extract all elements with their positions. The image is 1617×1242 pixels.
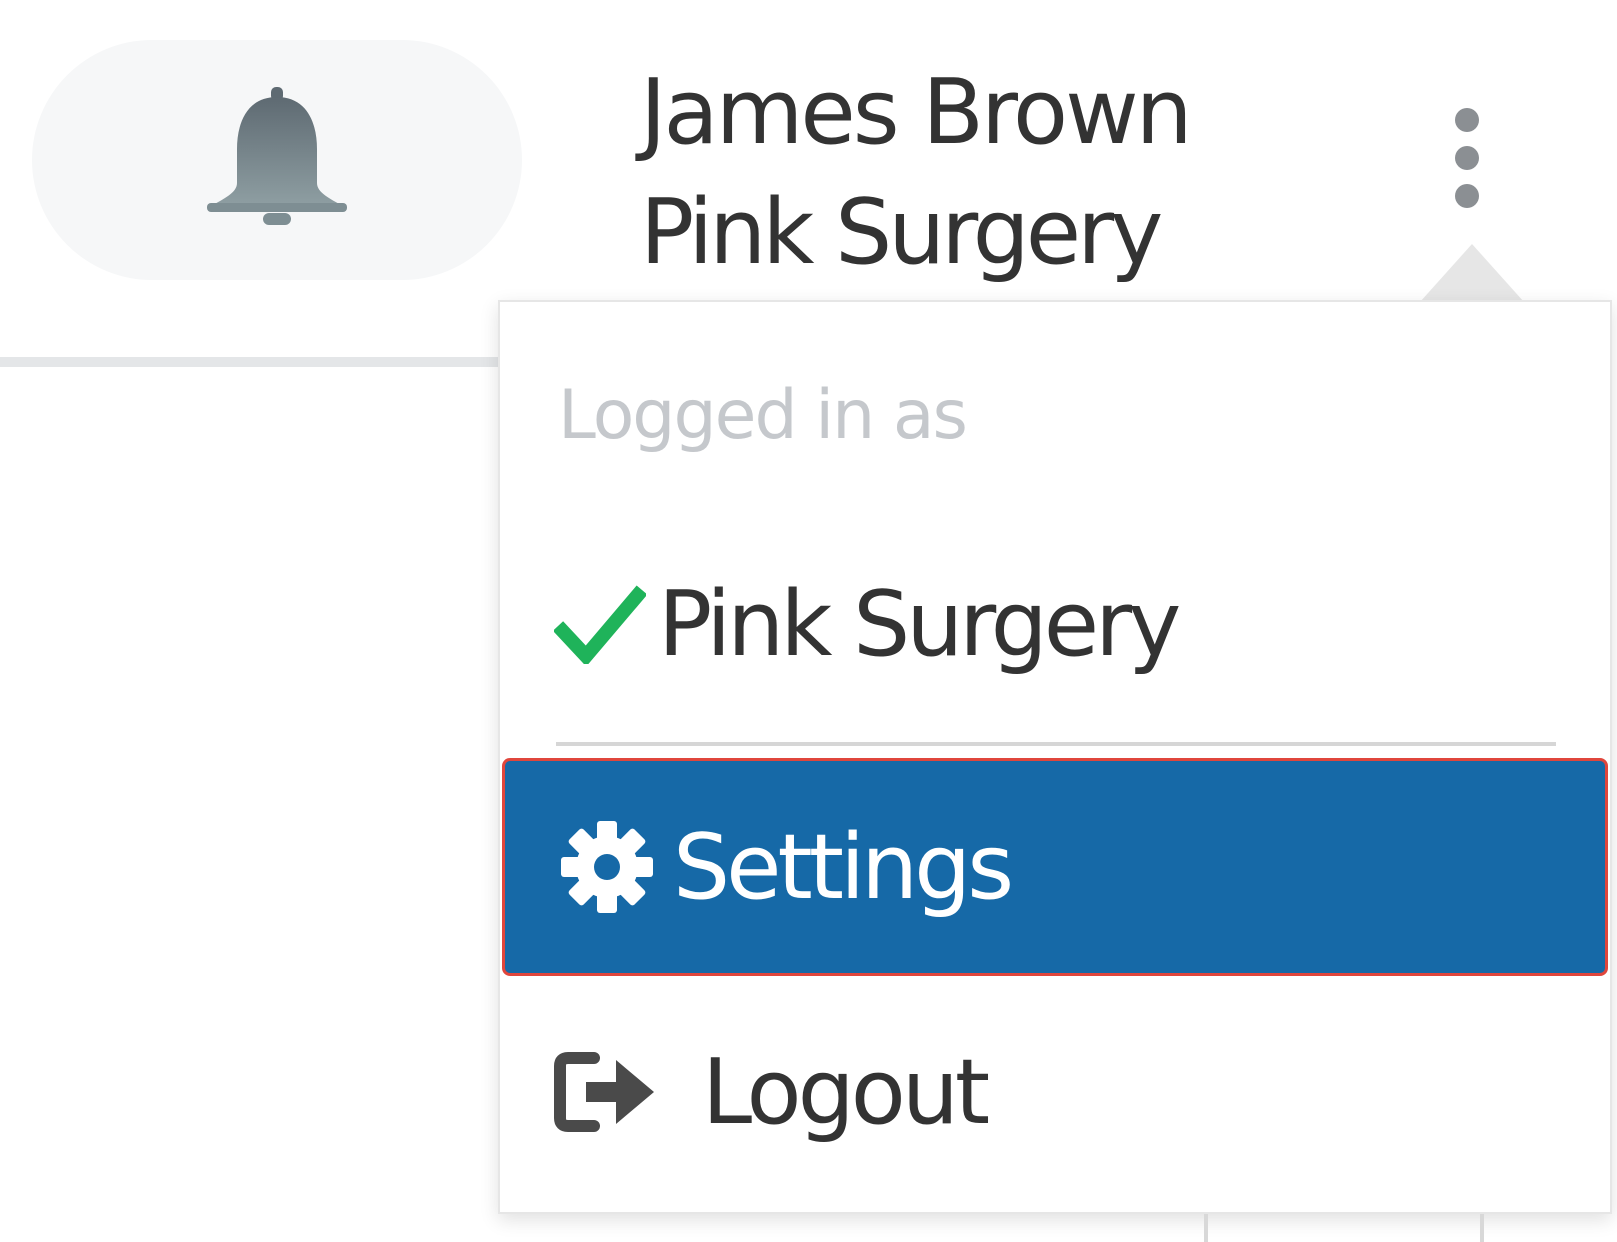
- page: James Brown Pink Surgery Logged in as Pi…: [0, 0, 1617, 1242]
- current-practice-label: Pink Surgery: [658, 571, 1181, 677]
- settings-menu-item[interactable]: Settings: [502, 758, 1608, 976]
- menu-heading: Logged in as: [558, 376, 968, 455]
- dropdown-caret: [1420, 244, 1524, 302]
- menu-divider: [556, 742, 1556, 746]
- background-divider: [1480, 1214, 1484, 1242]
- kebab-dot: [1455, 108, 1479, 132]
- kebab-dot: [1455, 146, 1479, 170]
- user-name: James Brown: [640, 60, 1193, 165]
- settings-label: Settings: [673, 814, 1014, 920]
- header-divider: [0, 357, 500, 367]
- current-practice-item[interactable]: Pink Surgery: [554, 564, 1181, 684]
- background-divider: [1204, 1214, 1208, 1242]
- user-practice: Pink Surgery: [640, 180, 1163, 285]
- sign-out-icon: [554, 1052, 654, 1132]
- logout-label: Logout: [702, 1039, 990, 1145]
- check-icon: [554, 585, 646, 664]
- notifications-button[interactable]: [32, 40, 522, 280]
- bell-icon: [207, 87, 347, 225]
- kebab-vertical-icon[interactable]: [1447, 108, 1487, 226]
- user-menu-dropdown: Logged in as Pink Surgery Settings Logou…: [498, 300, 1612, 1214]
- logout-menu-item[interactable]: Logout: [554, 1002, 990, 1182]
- gear-icon: [561, 821, 653, 913]
- kebab-dot: [1455, 184, 1479, 208]
